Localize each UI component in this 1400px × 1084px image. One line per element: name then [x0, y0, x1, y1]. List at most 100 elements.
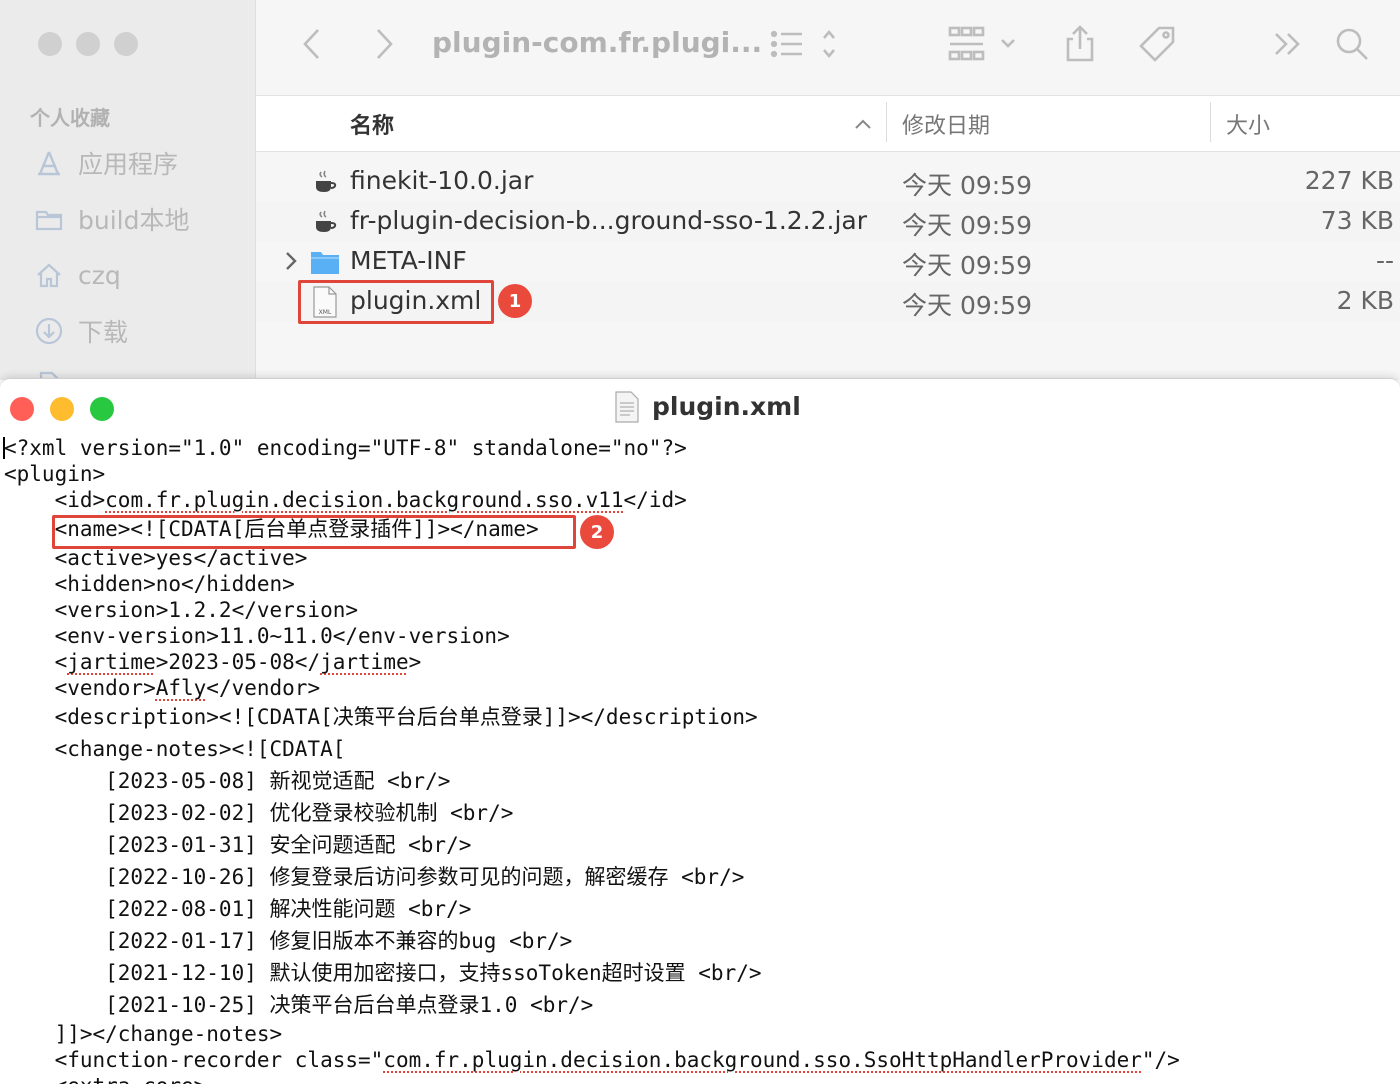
applications-icon	[38, 151, 60, 176]
home-icon	[37, 263, 61, 288]
code-line: [2022-01-17] 修复旧版本不兼容的bug <br/>	[4, 925, 1400, 957]
sort-ascending-icon	[855, 119, 871, 129]
code-text: <version>1.2.2</version>	[4, 598, 359, 622]
code-line: <plugin>	[4, 461, 1400, 487]
code-text: <vendor>	[4, 676, 156, 700]
zoom-button[interactable]	[114, 32, 138, 56]
code-line: [2022-08-01] 解决性能问题 <br/>	[4, 893, 1400, 925]
grid-view-icon	[948, 26, 1015, 61]
code-line: <function-recorder class="com.fr.plugin.…	[4, 1047, 1400, 1073]
disclosure-triangle-icon[interactable]	[284, 250, 298, 276]
more-button[interactable]	[1270, 24, 1306, 64]
code-line: [2023-05-08] 新视觉适配 <br/>	[4, 765, 1400, 797]
code-line: <extra-core>	[4, 1073, 1400, 1084]
column-separator[interactable]	[1210, 102, 1211, 142]
close-button[interactable]	[38, 32, 62, 56]
code-line: <description><![CDATA[决策平台后台单点登录]]></des…	[4, 701, 1400, 733]
share-icon	[1066, 25, 1094, 62]
code-text-misspelled: Afly	[155, 676, 207, 700]
code-text: <	[4, 650, 68, 674]
file-date: 今天 09:59	[902, 291, 1032, 320]
step-badge-1: 1	[498, 284, 532, 318]
sidebar-item-build[interactable]: build本地	[34, 201, 189, 237]
code-line: <change-notes><![CDATA[	[4, 733, 1400, 765]
code-line: [2023-01-31] 安全问题适配 <br/>	[4, 829, 1400, 861]
sidebar-item-home[interactable]: czq	[34, 257, 121, 293]
close-button[interactable]	[10, 397, 34, 421]
code-text: [2022-01-17] 修复旧版本不兼容的bug <br/>	[4, 929, 573, 953]
back-button[interactable]	[296, 24, 328, 64]
code-text: <plugin>	[4, 462, 106, 486]
code-line: [2021-12-10] 默认使用加密接口，支持ssoToken超时设置 <br…	[4, 957, 1400, 989]
code-text: <id>	[4, 488, 106, 512]
list-view-button[interactable]	[768, 24, 844, 64]
code-text: [2023-01-31] 安全问题适配 <br/>	[4, 833, 472, 857]
code-text: [2022-08-01] 解决性能问题 <br/>	[4, 897, 472, 921]
share-button[interactable]	[1058, 24, 1102, 64]
sidebar-item-label: czq	[78, 260, 121, 290]
double-chevron-right-icon	[1275, 33, 1300, 55]
code-text: [2021-10-25] 决策平台后台单点登录1.0 <br/>	[4, 993, 594, 1017]
code-line: <jartime>2023-05-08</jartime>	[4, 649, 1400, 675]
java-jar-icon	[310, 166, 340, 198]
code-line: <vendor>Afly</vendor>	[4, 675, 1400, 701]
chevron-left-icon	[303, 29, 319, 59]
file-size: --	[1375, 246, 1394, 275]
column-size-header[interactable]: 大小	[1226, 108, 1270, 140]
editor-title: plugin.xml	[652, 392, 801, 421]
finder-window-title: plugin-com.fr.plugi...	[432, 26, 763, 59]
search-icon	[1336, 28, 1368, 60]
code-text-misspelled: com.fr.plugin.decision.background.sso.v1…	[105, 488, 624, 512]
code-text: </id>	[623, 488, 687, 512]
file-date: 今天 09:59	[902, 171, 1032, 200]
sidebar-item-label: 应用程序	[78, 150, 179, 179]
sidebar-item-applications[interactable]: 应用程序	[34, 145, 178, 181]
search-button[interactable]	[1332, 24, 1372, 64]
column-name-header[interactable]: 名称	[350, 108, 394, 140]
code-line: ]]></change-notes>	[4, 1021, 1400, 1047]
chevron-right-icon	[377, 29, 393, 59]
document-icon	[615, 391, 639, 423]
code-text: "/>	[1141, 1048, 1180, 1072]
code-line: <?xml version="1.0" encoding="UTF-8" sta…	[3, 435, 1400, 461]
code-text: <active>yes</active>	[4, 546, 308, 570]
highlight-box-plugin-xml	[298, 280, 494, 324]
code-text: <?xml version="1.0" encoding="UTF-8" sta…	[4, 436, 687, 460]
step-badge-2: 2	[580, 515, 614, 549]
text-editor-window: plugin.xml <?xml version="1.0" encoding=…	[0, 378, 1400, 1084]
code-text: <change-notes><![CDATA[	[4, 737, 346, 761]
forward-button[interactable]	[368, 24, 400, 64]
file-row-meta-inf[interactable]: META-INF 今天 09:59 --	[256, 242, 1400, 282]
java-jar-icon	[310, 206, 340, 238]
editor-titlebar: plugin.xml	[0, 379, 1400, 437]
group-view-button[interactable]	[946, 24, 1022, 64]
code-text: <hidden>no</hidden>	[4, 572, 295, 596]
zoom-button[interactable]	[90, 397, 114, 421]
tag-icon	[1139, 26, 1175, 62]
code-text: <env-version>11.0~11.0</env-version>	[4, 624, 510, 648]
code-text: >2023-05-08</	[155, 650, 321, 674]
folder-icon	[35, 210, 63, 231]
sidebar-item-label: 下载	[78, 318, 129, 347]
code-line: <hidden>no</hidden>	[4, 571, 1400, 597]
text-cursor	[3, 437, 5, 459]
column-date-header[interactable]: 修改日期	[902, 108, 990, 140]
file-name: fr-plugin-decision-b...ground-sso-1.2.2.…	[350, 206, 868, 235]
code-text: <extra-core>	[4, 1074, 207, 1084]
code-text: </vendor>	[206, 676, 321, 700]
file-row-finekit[interactable]: finekit-10.0.jar 今天 09:59 227 KB	[256, 162, 1400, 202]
code-text-misspelled: jartime	[320, 650, 409, 674]
highlight-box-name-tag	[52, 515, 576, 549]
sidebar-item-downloads[interactable]: 下载	[34, 313, 128, 349]
minimize-button[interactable]	[76, 32, 100, 56]
code-text: [2023-02-02] 优化登录校验机制 <br/>	[4, 801, 514, 825]
list-view-icon	[770, 29, 835, 59]
code-text: [2023-05-08] 新视觉适配 <br/>	[4, 769, 451, 793]
column-separator[interactable]	[886, 102, 887, 142]
code-text: [2022-10-26] 修复登录后访问参数可见的问题，解密缓存 <br/>	[4, 865, 745, 889]
code-text: >	[408, 650, 422, 674]
minimize-button[interactable]	[50, 397, 74, 421]
tag-button[interactable]	[1132, 24, 1182, 64]
file-row-fr-plugin-jar[interactable]: fr-plugin-decision-b...ground-sso-1.2.2.…	[256, 202, 1400, 242]
finder-window: 个人收藏 应用程序 build本地 czq 下载 plugin-com.fr.p…	[0, 0, 1400, 380]
